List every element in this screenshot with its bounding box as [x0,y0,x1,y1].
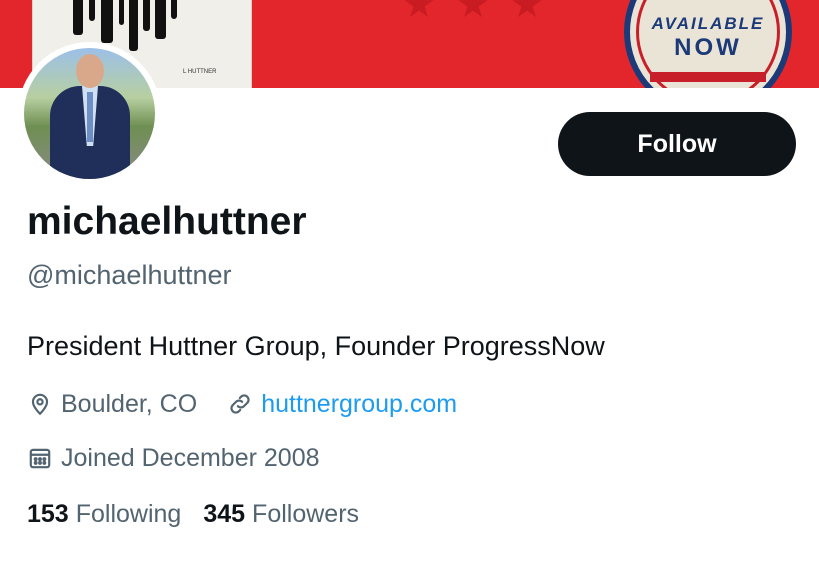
book-author-text: L HUTTNER [183,69,217,75]
avatar-photo [24,48,155,179]
display-name: michaelhuttner [27,200,307,243]
followers-label: Followers [252,500,360,528]
calendar-icon [27,445,53,471]
follow-button[interactable]: Follow [558,112,796,176]
badge-text-available: AVAILABLE [651,14,765,33]
star-icon: ★ [510,0,545,26]
following-count: 153 [27,500,69,528]
followers-count: 345 [203,500,246,528]
location-item: Boulder, CO [27,390,197,419]
following-stat[interactable]: 153 Following [27,500,181,529]
available-now-badge: AVAILABLE NOW [624,0,792,88]
following-label: Following [75,500,182,528]
location-pin-icon [27,391,53,417]
location-text: Boulder, CO [61,389,198,418]
joined-row: Joined December 2008 [27,441,320,475]
avatar[interactable] [18,42,161,185]
star-icon: ★ [402,0,437,26]
followers-stat[interactable]: 345 Followers [203,500,359,529]
user-handle: @michaelhuttner [27,260,232,290]
website-link[interactable]: huttnergroup.com [261,390,457,419]
link-icon [227,391,253,417]
joined-date-text: Joined December 2008 [61,443,320,472]
badge-text-now: NOW [674,34,742,61]
follow-stats: 153 Following 345 Followers [27,500,359,529]
star-icon: ★ [456,0,491,26]
website-item[interactable]: huttnergroup.com [227,390,457,419]
profile-bio: President Huttner Group, Founder Progres… [27,331,605,361]
profile-meta-row: Boulder, CO huttnergroup.com [27,387,457,421]
